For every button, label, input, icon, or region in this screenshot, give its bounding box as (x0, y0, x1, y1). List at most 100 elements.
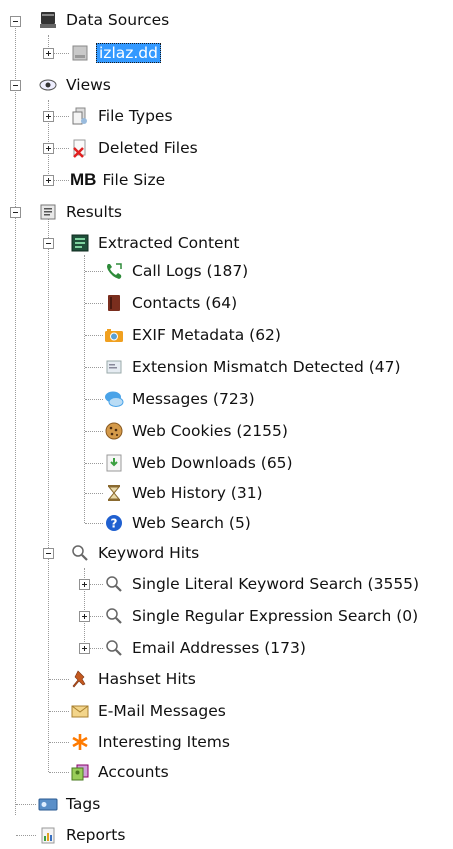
tree-node-contacts[interactable]: Contacts (64) (104, 289, 239, 317)
expander-keyword-hits[interactable] (43, 548, 54, 559)
tree-line (85, 463, 103, 464)
envelope-icon (70, 701, 90, 721)
tree-label: E-Mail Messages (98, 702, 226, 720)
tree-label: Views (66, 76, 111, 94)
tree-label: Interesting Items (98, 733, 230, 751)
expander-email-addresses[interactable] (79, 643, 90, 654)
camera-icon (104, 325, 124, 345)
expander-data-sources[interactable] (10, 16, 21, 27)
tree-label: Email Addresses (173) (132, 639, 306, 657)
tree-line (49, 772, 69, 773)
tree-node-file-size[interactable]: MB File Size (70, 166, 167, 194)
tree-node-extension-mismatch[interactable]: Extension Mismatch Detected (47) (104, 353, 403, 381)
expander-image[interactable] (43, 48, 54, 59)
tree-label: Extension Mismatch Detected (47) (132, 358, 401, 376)
tree-node-web-history[interactable]: Web History (31) (104, 479, 265, 507)
expander-file-size[interactable] (43, 175, 54, 186)
tree-node-extracted-content[interactable]: Extracted Content (70, 229, 241, 257)
tree-line (49, 742, 69, 743)
tree-node-exif-metadata[interactable]: EXIF Metadata (62) (104, 321, 283, 349)
asterisk-icon (70, 732, 90, 752)
tree-label: Data Sources (66, 11, 170, 29)
tree-line (49, 679, 69, 680)
tree-label: Web Cookies (2155) (132, 422, 288, 440)
expander-results[interactable] (10, 207, 21, 218)
expander-extracted-content[interactable] (43, 238, 54, 249)
eye-icon (38, 75, 58, 95)
magnifier-icon (104, 638, 124, 658)
expander-literal-keyword[interactable] (79, 579, 90, 590)
tree-node-hashset-hits[interactable]: Hashset Hits (70, 665, 198, 693)
phone-icon (104, 261, 124, 281)
tree-node-tags[interactable]: Tags (38, 790, 102, 818)
contacts-book-icon (104, 293, 124, 313)
file-size-icon: MB (70, 170, 97, 189)
tree-node-web-search[interactable]: ? Web Search (5) (104, 509, 253, 537)
tag-icon (38, 794, 58, 814)
tree-node-regex-search[interactable]: Single Regular Expression Search (0) (104, 602, 420, 630)
message-icon (104, 389, 124, 409)
expander-file-types[interactable] (43, 111, 54, 122)
expander-regex-search[interactable] (79, 611, 90, 622)
tree-label: Call Logs (187) (132, 262, 249, 280)
help-search-icon: ? (104, 513, 124, 533)
magnifier-icon (104, 606, 124, 626)
magnifier-icon (104, 574, 124, 594)
tree-label: Results (66, 203, 122, 221)
tree-node-results[interactable]: Results (38, 198, 124, 226)
tree-node-web-downloads[interactable]: Web Downloads (65) (104, 449, 295, 477)
tree-node-file-types[interactable]: File Types (70, 102, 175, 130)
hourglass-icon (104, 483, 124, 503)
tree-label: Deleted Files (98, 139, 198, 157)
tree-line (85, 523, 103, 524)
tree-view: Data Sources izlaz.dd Views File Types D… (0, 0, 453, 845)
tree-line (49, 711, 69, 712)
tree-node-image[interactable]: izlaz.dd (70, 39, 161, 67)
tree-label: Web Downloads (65) (132, 454, 293, 472)
svg-text:?: ? (111, 517, 118, 531)
tree-label: Extracted Content (98, 234, 240, 252)
expander-views[interactable] (10, 80, 21, 91)
extracted-content-icon (70, 233, 90, 253)
cookie-icon (104, 421, 124, 441)
tree-label: Hashset Hits (98, 670, 196, 688)
tree-node-deleted-files[interactable]: Deleted Files (70, 134, 200, 162)
tree-node-keyword-hits[interactable]: Keyword Hits (70, 539, 201, 567)
tree-label: Contacts (64) (132, 294, 238, 312)
tree-line (85, 367, 103, 368)
tree-node-data-sources[interactable]: Data Sources (38, 6, 171, 34)
download-icon (104, 453, 124, 473)
expander-deleted-files[interactable] (43, 143, 54, 154)
tree-line (85, 271, 103, 272)
disk-image-icon (70, 43, 90, 63)
tree-node-email-messages[interactable]: E-Mail Messages (70, 697, 228, 725)
tree-node-messages[interactable]: Messages (723) (104, 385, 257, 413)
tree-label: Single Regular Expression Search (0) (132, 607, 419, 625)
tree-node-web-cookies[interactable]: Web Cookies (2155) (104, 417, 290, 445)
tree-label: EXIF Metadata (62) (132, 326, 281, 344)
tree-label: File Size (102, 171, 166, 189)
tree-line (85, 399, 103, 400)
tree-line (48, 212, 49, 772)
tree-line (85, 493, 103, 494)
tree-label: Accounts (98, 763, 169, 781)
tree-label: Keyword Hits (98, 544, 200, 562)
tree-label: File Types (98, 107, 173, 125)
pushpin-icon (70, 669, 90, 689)
database-icon (38, 10, 58, 30)
tree-label: izlaz.dd (96, 43, 161, 63)
report-icon (38, 825, 58, 845)
tree-label: Tags (66, 795, 101, 813)
tree-node-accounts[interactable]: Accounts (70, 758, 171, 786)
tree-node-views[interactable]: Views (38, 71, 113, 99)
tree-node-literal-keyword-search[interactable]: Single Literal Keyword Search (3555) (104, 570, 421, 598)
tree-line (15, 20, 16, 815)
tree-line (16, 835, 36, 836)
tree-label: Web Search (5) (132, 514, 251, 532)
tree-node-interesting-items[interactable]: Interesting Items (70, 728, 232, 756)
tree-line (85, 335, 103, 336)
tree-node-call-logs[interactable]: Call Logs (187) (104, 257, 250, 285)
tree-line (84, 255, 85, 523)
mismatch-icon (104, 357, 124, 377)
tree-node-email-addresses[interactable]: Email Addresses (173) (104, 634, 308, 662)
